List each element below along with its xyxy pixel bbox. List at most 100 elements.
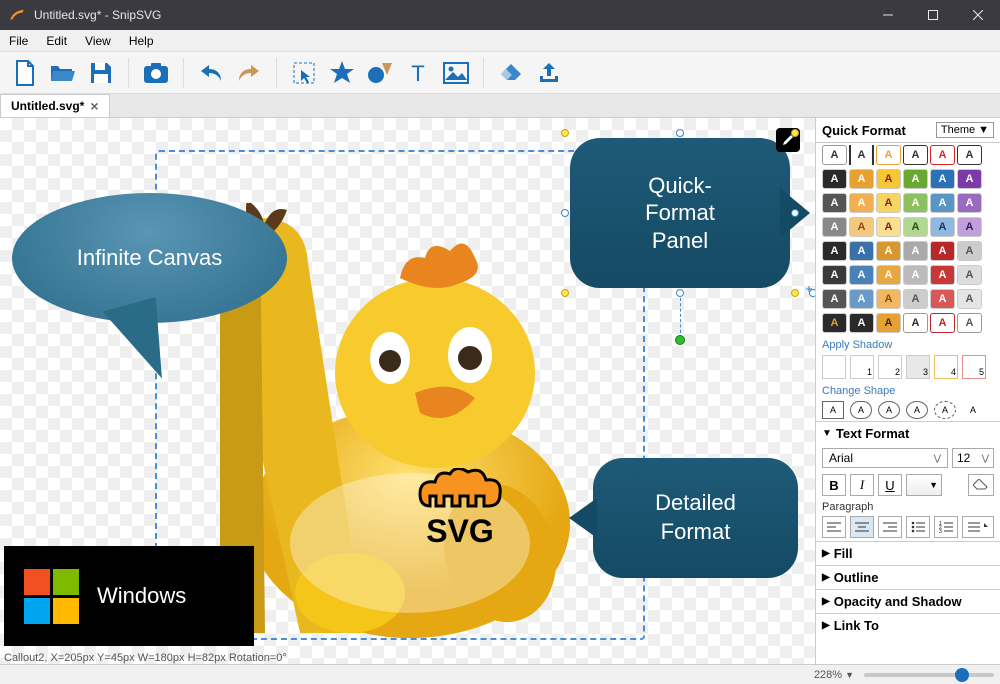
style-swatch[interactable]: A: [903, 265, 928, 285]
shadow-option[interactable]: 2: [878, 355, 902, 379]
style-swatch[interactable]: A: [930, 217, 955, 237]
shape-rounded[interactable]: A: [850, 401, 872, 419]
font-family-select[interactable]: Arial⋁: [822, 448, 948, 468]
edit-callout-button[interactable]: [776, 128, 800, 152]
menu-view[interactable]: View: [76, 31, 120, 51]
style-swatch[interactable]: A: [903, 169, 928, 189]
style-swatch[interactable]: A: [903, 145, 928, 165]
shadow-option[interactable]: 1: [850, 355, 874, 379]
style-swatch[interactable]: A: [903, 289, 928, 309]
canvas[interactable]: SVG Infinite Canvas Quick- Format Panel: [0, 118, 815, 664]
star-tool-button[interactable]: [325, 56, 359, 90]
screenshot-button[interactable]: [139, 56, 173, 90]
rotate-handle[interactable]: [675, 335, 685, 345]
style-swatch[interactable]: A: [849, 145, 874, 165]
font-color-button[interactable]: ▼: [906, 474, 942, 496]
numbered-list-button[interactable]: 123: [934, 516, 958, 538]
style-swatch[interactable]: A: [957, 265, 982, 285]
close-button[interactable]: [955, 0, 1000, 30]
theme-dropdown[interactable]: Theme▼: [936, 122, 994, 138]
linkto-section[interactable]: ▶Link To: [816, 614, 1000, 637]
style-swatch[interactable]: A: [849, 193, 874, 213]
callout-quick-format-panel[interactable]: Quick- Format Panel: [570, 138, 790, 288]
shape-thought[interactable]: A: [934, 401, 956, 419]
shapes-tool-button[interactable]: [363, 56, 397, 90]
style-swatch[interactable]: A: [849, 217, 874, 237]
style-swatch[interactable]: A: [930, 145, 955, 165]
align-right-button[interactable]: [878, 516, 902, 538]
tab-close-icon[interactable]: ×: [90, 98, 98, 114]
style-swatch[interactable]: A: [957, 145, 982, 165]
style-swatch[interactable]: A: [849, 241, 874, 261]
shape-ellipse[interactable]: A: [878, 401, 900, 419]
text-format-header[interactable]: ▼Text Format: [816, 422, 1000, 445]
undo-button[interactable]: [194, 56, 228, 90]
save-button[interactable]: [84, 56, 118, 90]
style-swatch[interactable]: A: [849, 169, 874, 189]
shadow-option[interactable]: 4: [934, 355, 958, 379]
style-swatch[interactable]: A: [876, 193, 901, 213]
document-tab[interactable]: Untitled.svg* ×: [0, 94, 110, 117]
outline-section[interactable]: ▶Outline: [816, 566, 1000, 589]
shadow-option[interactable]: 3: [906, 355, 930, 379]
style-swatch[interactable]: A: [849, 289, 874, 309]
style-swatch[interactable]: A: [822, 289, 847, 309]
menu-edit[interactable]: Edit: [37, 31, 76, 51]
style-swatch[interactable]: A: [876, 145, 901, 165]
shape-speech[interactable]: A: [906, 401, 928, 419]
menu-help[interactable]: Help: [120, 31, 163, 51]
style-swatch[interactable]: A: [876, 217, 901, 237]
style-swatch[interactable]: A: [957, 217, 982, 237]
align-center-button[interactable]: [850, 516, 874, 538]
style-swatch[interactable]: A: [903, 241, 928, 261]
style-swatch[interactable]: A: [903, 217, 928, 237]
style-swatch[interactable]: A: [930, 169, 955, 189]
style-swatch[interactable]: A: [957, 169, 982, 189]
clear-format-button[interactable]: [968, 474, 994, 496]
style-swatch[interactable]: A: [903, 313, 928, 333]
bold-button[interactable]: B: [822, 474, 846, 496]
style-swatch[interactable]: A: [822, 241, 847, 261]
style-swatch[interactable]: A: [903, 193, 928, 213]
style-swatch[interactable]: A: [876, 289, 901, 309]
minimize-button[interactable]: [865, 0, 910, 30]
style-swatch[interactable]: A: [876, 313, 901, 333]
new-file-button[interactable]: [8, 56, 42, 90]
style-swatch[interactable]: A: [957, 241, 982, 261]
style-swatch[interactable]: A: [822, 265, 847, 285]
bullet-list-button[interactable]: [906, 516, 930, 538]
style-swatch[interactable]: A: [876, 265, 901, 285]
style-swatch[interactable]: A: [822, 217, 847, 237]
style-swatch[interactable]: A: [957, 313, 982, 333]
select-tool-button[interactable]: [287, 56, 321, 90]
text-tool-button[interactable]: T: [401, 56, 435, 90]
style-swatch[interactable]: A: [930, 313, 955, 333]
style-swatch[interactable]: A: [930, 265, 955, 285]
zoom-level[interactable]: 228%▼: [814, 669, 854, 681]
style-swatch[interactable]: A: [957, 193, 982, 213]
style-swatch[interactable]: A: [849, 313, 874, 333]
image-tool-button[interactable]: [439, 56, 473, 90]
style-swatch[interactable]: A: [822, 193, 847, 213]
font-size-select[interactable]: 12⋁: [952, 448, 994, 468]
underline-button[interactable]: U: [878, 474, 902, 496]
redo-button[interactable]: [232, 56, 266, 90]
opacity-section[interactable]: ▶Opacity and Shadow: [816, 590, 1000, 613]
shadow-option[interactable]: 5: [962, 355, 986, 379]
style-swatch[interactable]: A: [930, 241, 955, 261]
zoom-slider[interactable]: [864, 673, 994, 677]
style-swatch[interactable]: A: [957, 289, 982, 309]
maximize-button[interactable]: [910, 0, 955, 30]
style-swatch[interactable]: A: [930, 193, 955, 213]
style-swatch[interactable]: A: [822, 169, 847, 189]
italic-button[interactable]: I: [850, 474, 874, 496]
style-swatch[interactable]: A: [822, 145, 847, 165]
style-swatch[interactable]: A: [930, 289, 955, 309]
align-left-button[interactable]: [822, 516, 846, 538]
open-file-button[interactable]: [46, 56, 80, 90]
shape-none[interactable]: A: [962, 401, 984, 419]
export-button[interactable]: [532, 56, 566, 90]
style-swatch[interactable]: A: [876, 169, 901, 189]
style-swatch[interactable]: A: [822, 313, 847, 333]
shape-rect[interactable]: A: [822, 401, 844, 419]
